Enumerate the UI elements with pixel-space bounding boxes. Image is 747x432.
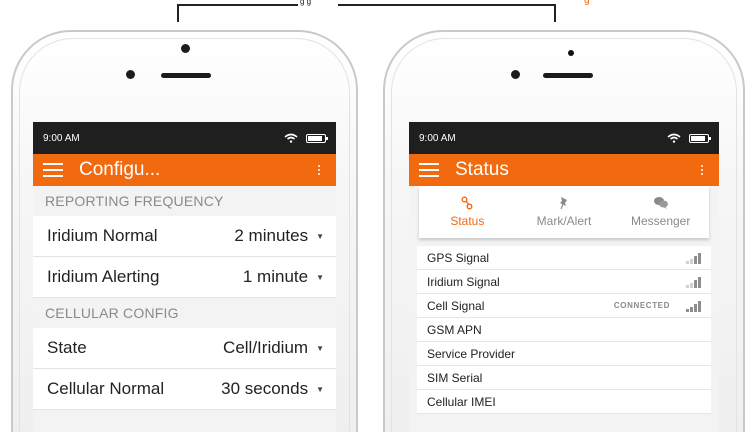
list-item[interactable]: SIM Serial [417, 366, 711, 390]
list-item[interactable]: Service Provider [417, 342, 711, 366]
list-item[interactable]: Cellular IMEI [417, 390, 711, 414]
dropdown-caret-icon: ▼ [316, 231, 324, 241]
front-camera-icon [511, 70, 520, 79]
left-screen: 9:00 AM Configu... REPORTING FREQUENCY I… [33, 122, 336, 432]
config-value: 30 seconds [221, 379, 309, 398]
app-title: Configu... [79, 159, 161, 180]
config-dropdown[interactable]: Cell/Iridium ▼ [223, 338, 324, 358]
side-button [383, 127, 384, 157]
chat-bubbles-icon [653, 197, 668, 209]
signal-strength-icon [686, 252, 701, 264]
signal-strength-icon [686, 276, 701, 288]
config-row-state[interactable]: State Cell/Iridium ▼ [33, 328, 336, 369]
config-dropdown[interactable]: 30 seconds ▼ [221, 379, 324, 399]
dropdown-caret-icon: ▼ [316, 343, 324, 353]
config-value: Cell/Iridium [223, 338, 309, 357]
config-value: 2 minutes [234, 226, 309, 245]
earpiece-speaker [161, 73, 211, 78]
signal-strength-icon [686, 300, 701, 312]
battery-icon [306, 133, 328, 143]
config-row-iridium-normal[interactable]: Iridium Normal 2 minutes ▼ [33, 216, 336, 257]
config-label: Iridium Alerting [47, 267, 160, 286]
config-label: Iridium Normal [47, 226, 158, 245]
config-row-iridium-alerting[interactable]: Iridium Alerting 1 minute ▼ [33, 257, 336, 298]
bracket-connector: g g g [177, 0, 590, 22]
list-item[interactable]: GPS Signal [417, 246, 711, 270]
overflow-menu-icon[interactable] [312, 165, 326, 175]
right-screen: 9:00 AM Status Status Mark/Alert Messeng… [409, 122, 719, 432]
list-item[interactable]: GSM APN [417, 318, 711, 342]
config-value: 1 minute [242, 267, 309, 286]
overflow-menu-icon[interactable] [695, 165, 709, 175]
config-dropdown[interactable]: 1 minute ▼ [243, 267, 324, 287]
earpiece-speaker [543, 73, 593, 78]
dropdown-caret-icon: ▼ [316, 384, 324, 394]
wifi-icon [667, 133, 681, 143]
battery-icon [689, 133, 711, 143]
status-label: Iridium Signal [427, 274, 500, 289]
config-label: Cellular Normal [47, 379, 165, 398]
status-label: SIM Serial [427, 370, 483, 385]
status-label: Cellular IMEI [427, 394, 496, 409]
tab-status[interactable]: Status [419, 186, 516, 238]
app-bar: Status [409, 154, 719, 186]
hamburger-menu-icon[interactable] [419, 163, 439, 177]
status-label: GSM APN [427, 322, 482, 337]
front-camera-icon [126, 70, 135, 79]
config-dropdown[interactable]: 2 minutes ▼ [234, 226, 324, 246]
status-bar: 9:00 AM [33, 122, 336, 154]
left-phone: 9:00 AM Configu... REPORTING FREQUENCY I… [11, 30, 358, 432]
tab-messenger[interactable]: Messenger [612, 186, 709, 238]
tab-label: Mark/Alert [536, 214, 592, 228]
pin-icon [560, 197, 567, 210]
satellite-icon [461, 196, 473, 210]
app-bar: Configu... [33, 154, 336, 186]
tab-bar: Status Mark/Alert Messenger [419, 186, 709, 238]
status-label: GPS Signal [427, 250, 490, 265]
list-item[interactable]: Iridium Signal [417, 270, 711, 294]
config-label: State [47, 338, 87, 357]
dropdown-caret-icon: ▼ [316, 272, 324, 282]
section-header: CELLULAR CONFIG [45, 305, 179, 321]
status-time: 9:00 AM [419, 132, 456, 144]
proximity-sensor [181, 44, 190, 53]
status-bar: 9:00 AM [409, 122, 719, 154]
status-time: 9:00 AM [43, 132, 80, 144]
right-phone: 9:00 AM Status Status Mark/Alert Messeng… [383, 30, 745, 432]
tab-label: Status [450, 214, 485, 228]
connection-status: CONNECTED [613, 301, 670, 310]
svg-text:g g: g g [300, 0, 311, 6]
tab-mark-alert[interactable]: Mark/Alert [516, 186, 613, 238]
wifi-icon [284, 133, 298, 143]
svg-text:g: g [584, 0, 590, 6]
hamburger-menu-icon[interactable] [43, 163, 63, 177]
app-title: Status [455, 159, 509, 180]
status-label: Cell Signal [427, 298, 485, 313]
status-label: Service Provider [427, 346, 516, 361]
section-header: REPORTING FREQUENCY [45, 193, 224, 209]
proximity-sensor [568, 50, 574, 56]
tab-label: Messenger [630, 214, 691, 228]
status-list: GPS Signal Iridium Signal Cell Signal CO… [417, 246, 711, 414]
list-item[interactable]: Cell Signal CONNECTED [417, 294, 711, 318]
